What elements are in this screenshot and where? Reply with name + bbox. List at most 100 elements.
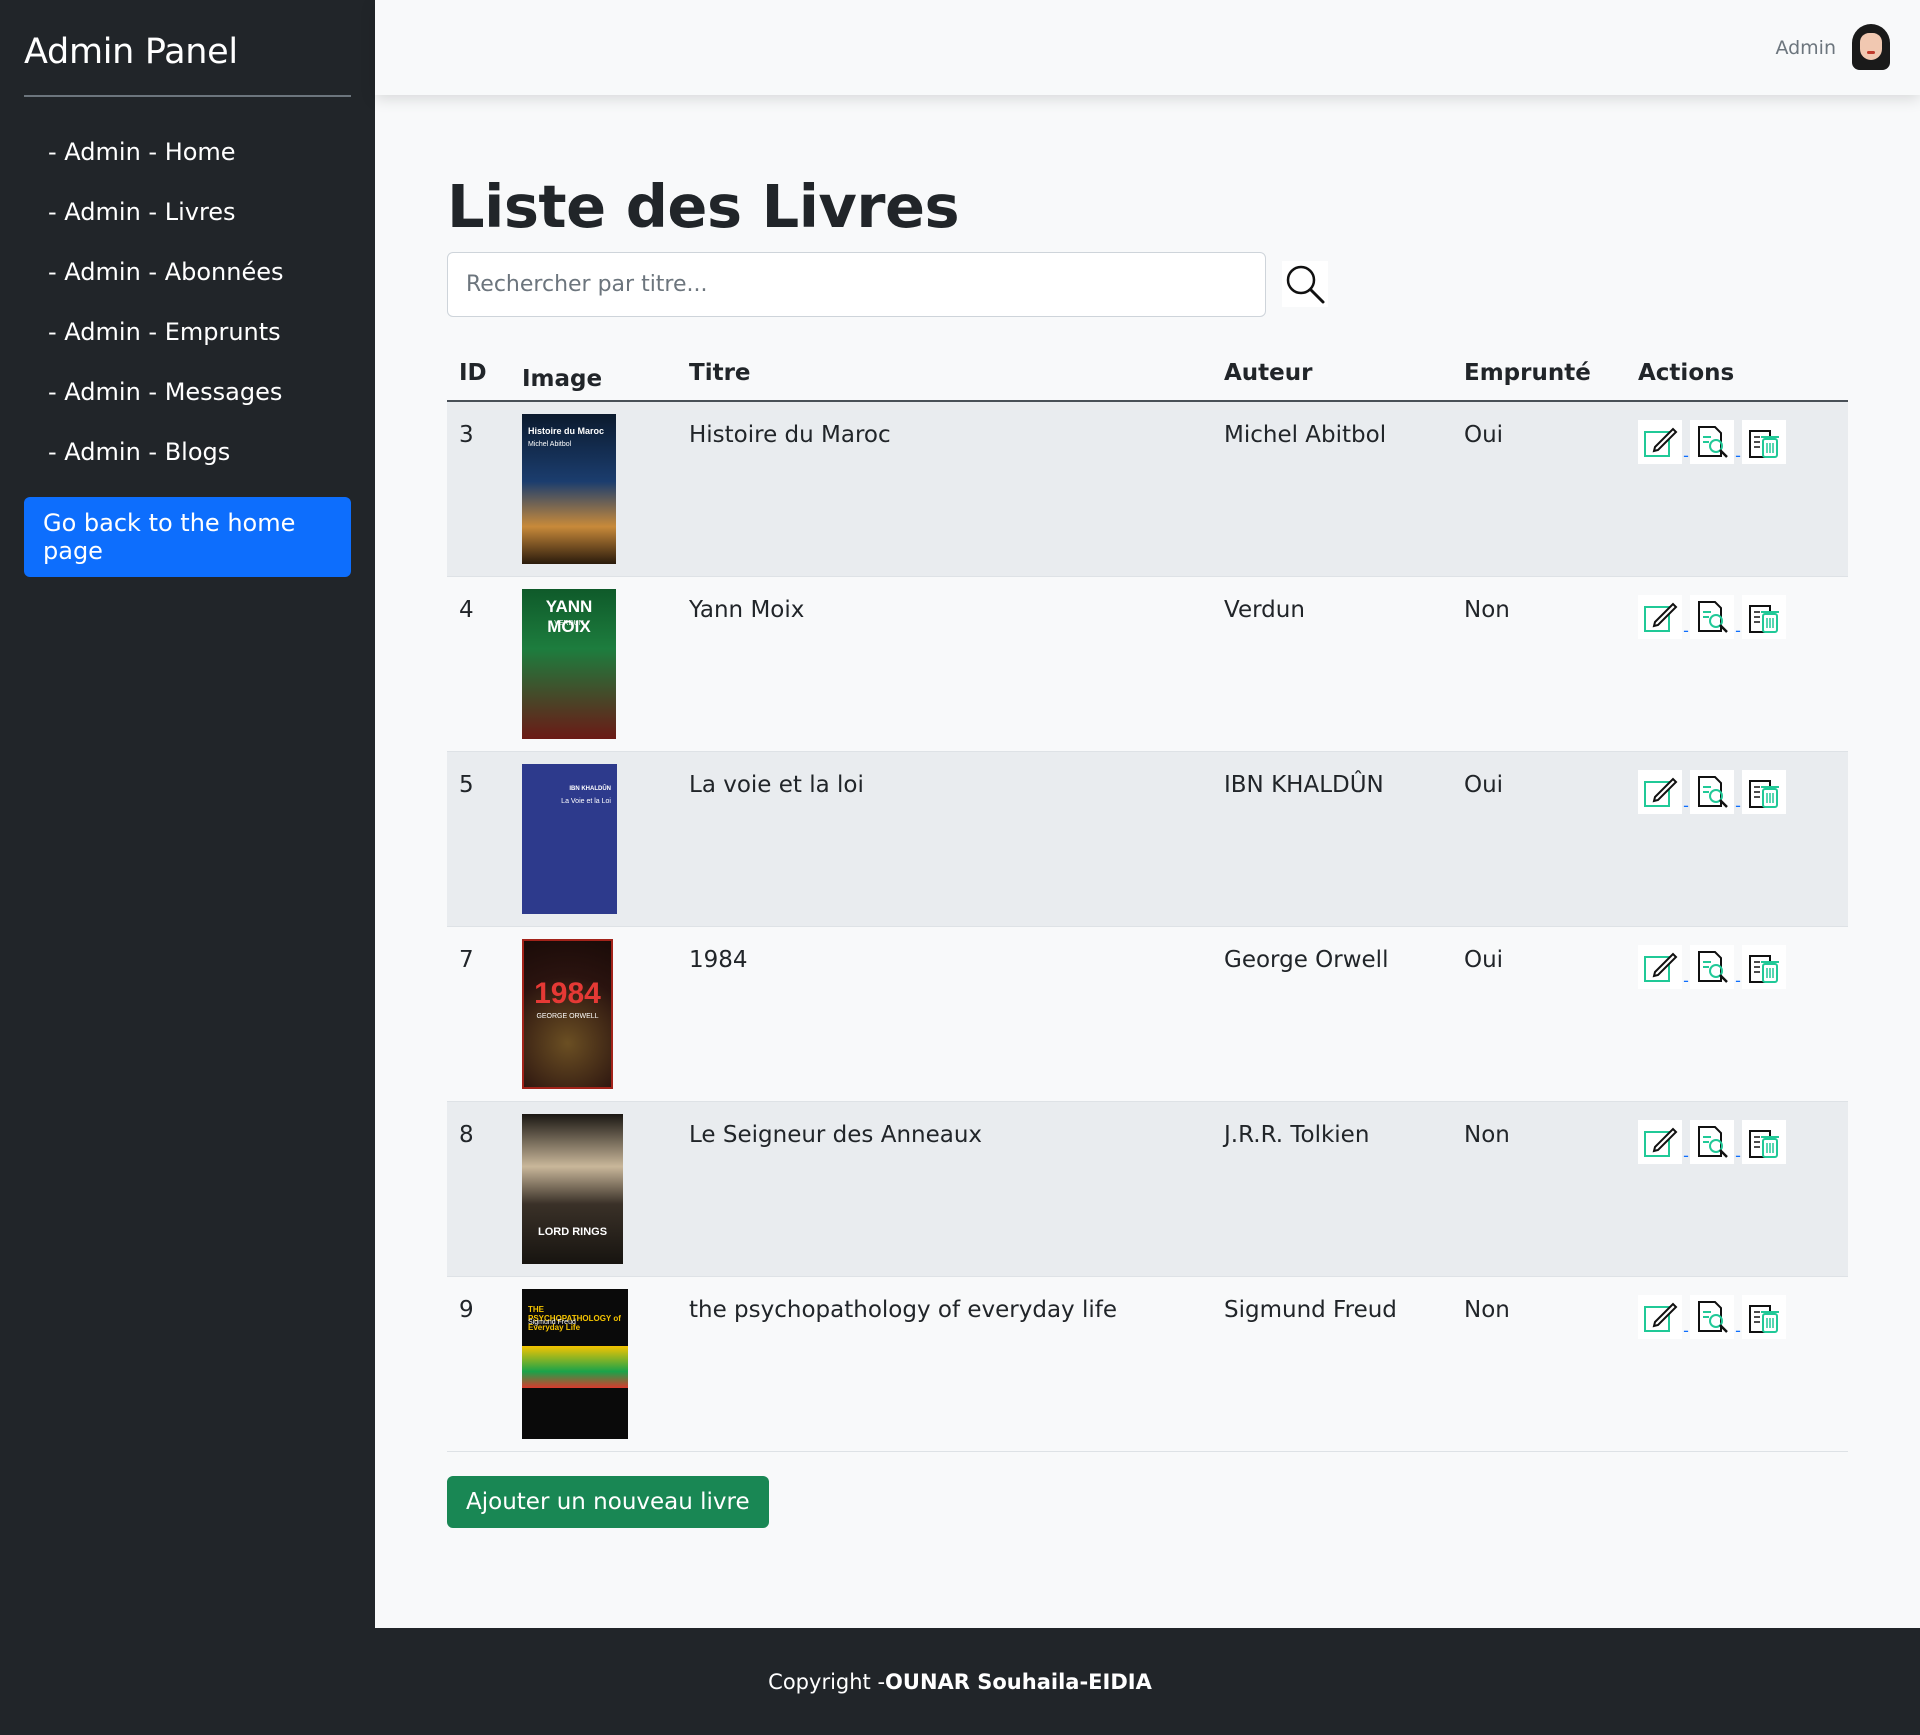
cell-auteur: Sigmund Freud	[1224, 1296, 1397, 1323]
cell-image: LORD RINGS	[510, 1101, 677, 1276]
action-separator: -	[1683, 1320, 1689, 1340]
delete-button[interactable]	[1742, 594, 1786, 639]
header-titre: Titre	[677, 345, 1212, 402]
cell-emprunte: Non	[1464, 1121, 1510, 1148]
sidebar-item-blogs[interactable]: - Admin - Blogs	[24, 422, 351, 482]
delete-button[interactable]	[1742, 944, 1786, 989]
cell-auteur: J.R.R. Tolkien	[1224, 1121, 1370, 1148]
cell-actions: --	[1626, 1101, 1848, 1276]
cell-titre: La voie et la loi	[689, 771, 864, 798]
home-page-button[interactable]: Go back to the home page	[24, 497, 351, 577]
user-avatar[interactable]	[1850, 23, 1892, 72]
book-cover-image: 1984 GEORGE ORWELL	[522, 938, 613, 1089]
book-cover-title: 1984	[534, 976, 601, 1010]
delete-icon	[1749, 1129, 1779, 1158]
sidebar-brand: Admin Panel	[24, 0, 351, 97]
row-actions: --	[1638, 420, 1836, 464]
book-cover-subtitle: VERDUN	[554, 619, 584, 627]
cell-id: 9	[459, 1296, 474, 1323]
book-cover-title: YANN MOIX	[545, 596, 593, 636]
edit-button[interactable]	[1638, 1119, 1682, 1164]
view-button[interactable]	[1690, 420, 1734, 464]
view-button[interactable]	[1690, 944, 1734, 989]
action-separator: -	[1735, 795, 1741, 815]
view-button[interactable]	[1690, 1119, 1734, 1164]
row-actions: --	[1638, 944, 1836, 990]
delete-button[interactable]	[1742, 769, 1786, 814]
book-cover-title: LORD RINGS	[537, 1225, 608, 1238]
user-name[interactable]: Admin	[1775, 37, 1836, 59]
row-actions: --	[1638, 769, 1836, 815]
view-button[interactable]	[1690, 1294, 1734, 1339]
search-input[interactable]	[447, 252, 1266, 317]
page-title: Liste des Livres	[447, 172, 960, 241]
delete-button[interactable]	[1742, 1294, 1786, 1339]
row-actions: --	[1638, 1294, 1836, 1340]
edit-icon	[1644, 602, 1678, 632]
cell-titre: Histoire du Maroc	[689, 422, 891, 448]
search-button[interactable]	[1282, 261, 1328, 307]
cell-id: 8	[459, 1121, 474, 1148]
edit-icon	[1644, 1302, 1678, 1332]
cell-actions: --	[1626, 1276, 1848, 1451]
book-cover-subtitle: La Voie et la Loi	[561, 797, 611, 805]
sidebar-item-messages[interactable]: - Admin - Messages	[24, 362, 351, 422]
view-button[interactable]	[1690, 594, 1734, 639]
cell-actions: --	[1626, 926, 1848, 1101]
cell-actions: --	[1626, 576, 1848, 751]
cell-actions: --	[1626, 751, 1848, 926]
footer-author: OUNAR Souhaila	[885, 1669, 1080, 1694]
sidebar: Admin Panel - Admin - Home - Admin - Liv…	[0, 0, 375, 1628]
cell-id: 4	[459, 596, 474, 623]
table-row: 8 LORD RINGS Le Seigneur des Anneaux J.R.R.…	[447, 1101, 1848, 1276]
table-row: 5 IBN KHALDÛN La Voie et la Loi La voie et …	[447, 751, 1848, 926]
sidebar-item-livres[interactable]: - Admin - Livres	[24, 182, 351, 242]
edit-icon	[1644, 952, 1678, 982]
edit-button[interactable]	[1638, 944, 1682, 989]
cell-auteur: Michel Abitbol	[1224, 422, 1387, 448]
view-button[interactable]	[1690, 769, 1734, 814]
edit-button[interactable]	[1638, 420, 1682, 464]
delete-button[interactable]	[1742, 1119, 1786, 1164]
table-row: 3 Histoire du Maroc Michel Abitbol Histoire…	[447, 401, 1848, 576]
row-actions: --	[1638, 1119, 1836, 1165]
cell-image: YANN MOIX VERDUN	[510, 576, 677, 751]
sidebar-item-emprunts[interactable]: - Admin - Emprunts	[24, 302, 351, 362]
action-separator: -	[1735, 1320, 1741, 1340]
sidebar-menu: - Admin - Home - Admin - Livres - Admin …	[24, 122, 351, 482]
cell-titre: 1984	[689, 946, 748, 973]
book-cover-subtitle: Michel Abitbol	[528, 441, 572, 448]
cell-id: 5	[459, 771, 474, 798]
edit-icon	[1644, 427, 1678, 457]
cell-image: 1984 GEORGE ORWELL	[510, 926, 677, 1101]
book-cover-image: THE PSYCHOPATHOLOGY of Everyday Life Sigm…	[522, 1288, 628, 1439]
cell-image: IBN KHALDÛN La Voie et la Loi	[510, 751, 677, 926]
action-separator: -	[1683, 795, 1689, 815]
view-details-icon	[1698, 950, 1728, 983]
edit-button[interactable]	[1638, 594, 1682, 639]
book-cover-image: LORD RINGS	[522, 1113, 623, 1264]
action-separator: -	[1735, 620, 1741, 640]
edit-button[interactable]	[1638, 769, 1682, 814]
header-emprunte: Emprunté	[1452, 345, 1626, 402]
cell-id: 7	[459, 946, 474, 973]
view-details-icon	[1698, 775, 1728, 808]
delete-button[interactable]	[1742, 420, 1786, 464]
delete-icon	[1749, 779, 1779, 808]
view-details-icon	[1698, 1300, 1728, 1333]
footer-dash: -	[1079, 1669, 1089, 1694]
cell-image: Histoire du Maroc Michel Abitbol	[510, 401, 677, 576]
edit-button[interactable]	[1638, 1294, 1682, 1339]
book-cover-subtitle: GEORGE ORWELL	[536, 1012, 599, 1020]
action-separator: -	[1735, 1145, 1741, 1165]
cell-emprunte: Non	[1464, 1296, 1510, 1323]
view-details-icon	[1698, 1125, 1728, 1158]
sidebar-item-home[interactable]: - Admin - Home	[24, 122, 351, 182]
table-row: 7 1984 GEORGE ORWELL 1984 George Orwell Oui - -	[447, 926, 1848, 1101]
sidebar-item-abonnees[interactable]: - Admin - Abonnées	[24, 242, 351, 302]
add-book-button[interactable]: Ajouter un nouveau livre	[447, 1476, 769, 1528]
action-separator: -	[1735, 446, 1741, 465]
footer-org: EIDIA	[1088, 1669, 1152, 1694]
action-separator: -	[1683, 970, 1689, 990]
books-table: ID Image Titre Auteur Emprunté Actions 3…	[447, 345, 1848, 1452]
